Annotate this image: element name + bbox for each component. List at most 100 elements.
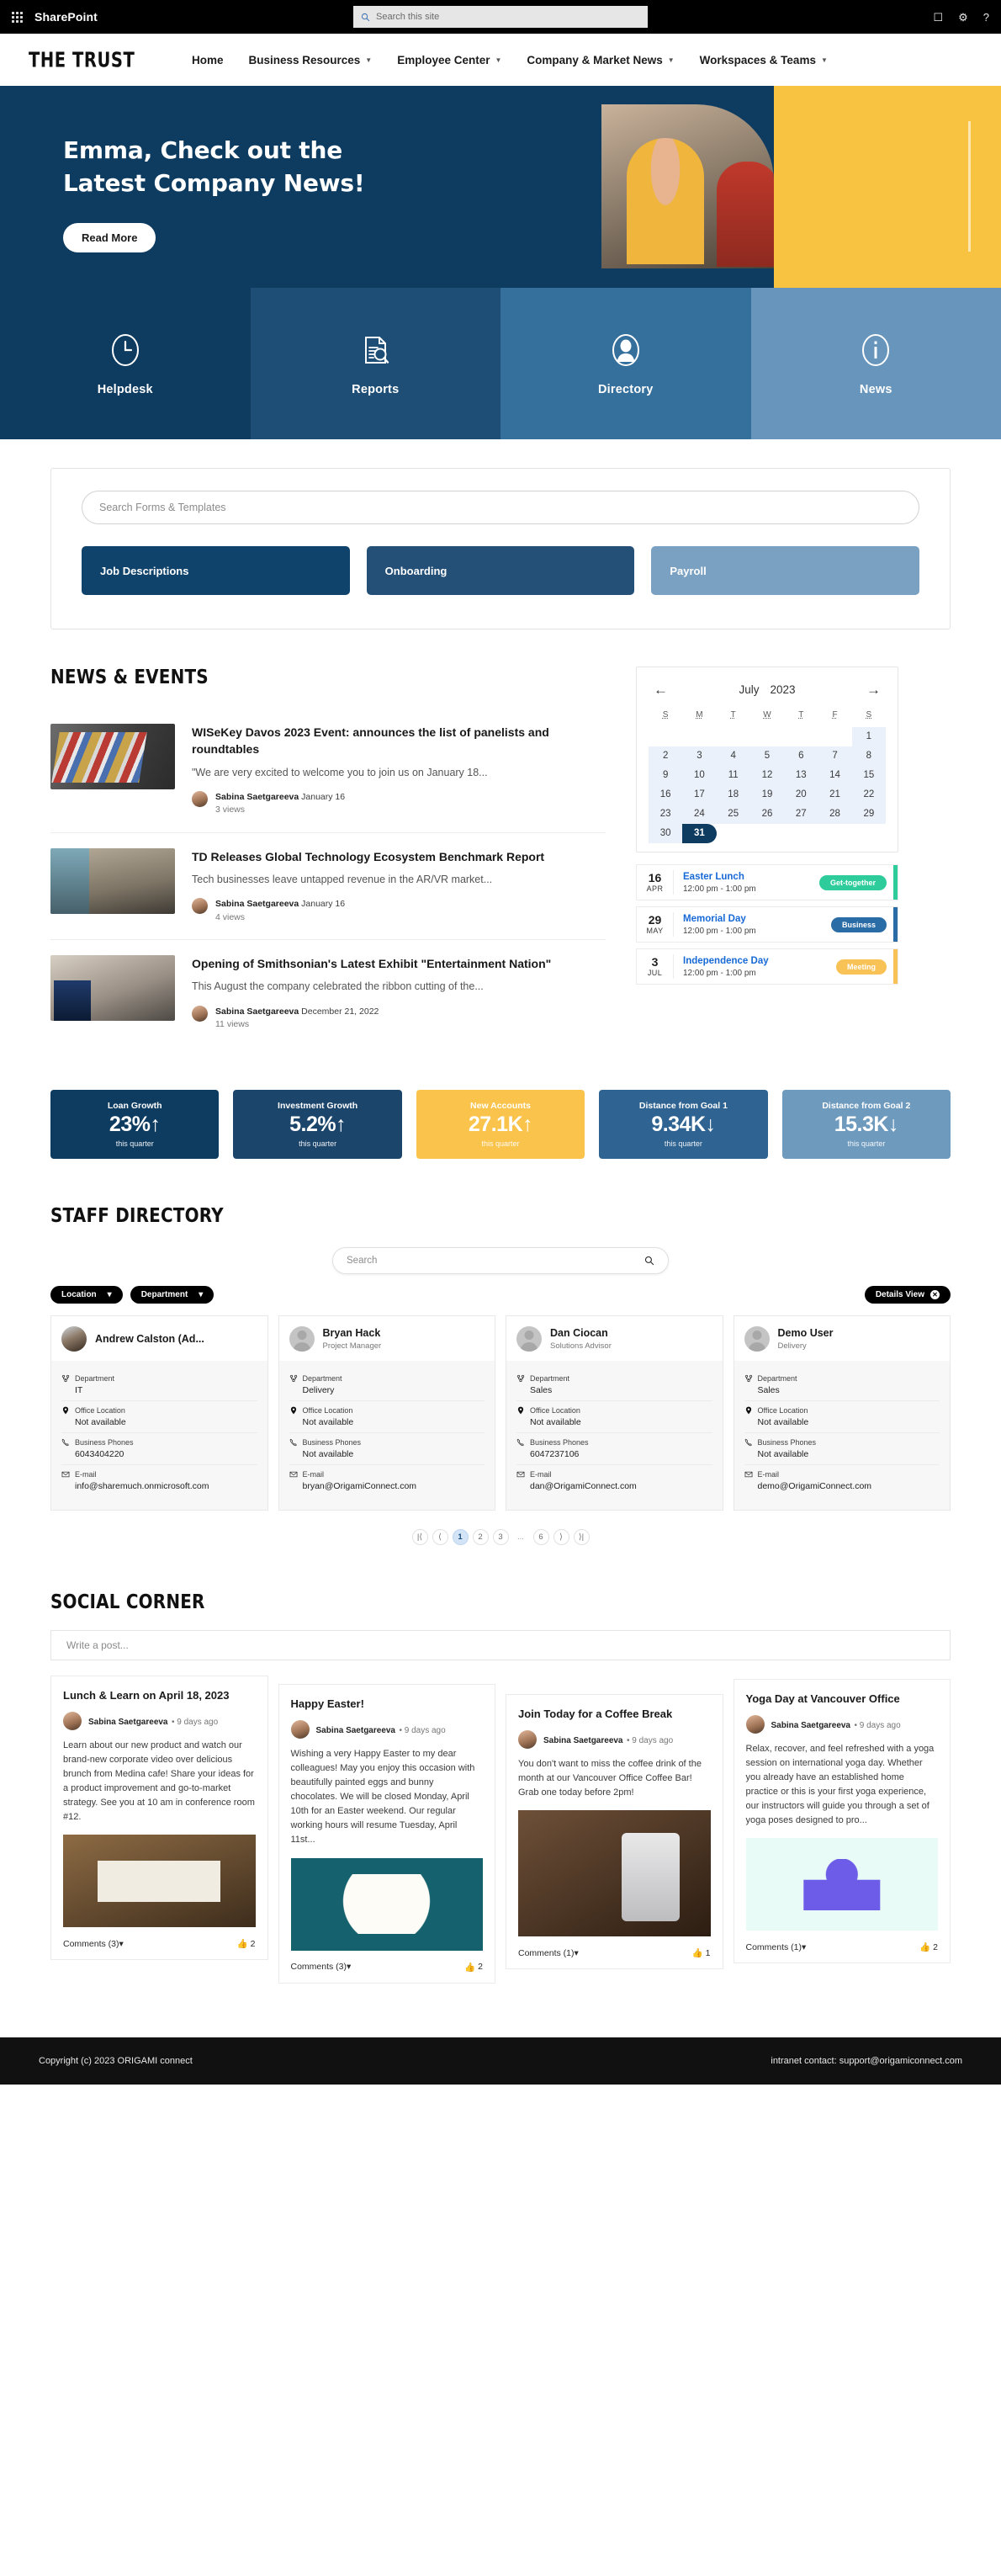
- calendar-day-26[interactable]: 26: [749, 805, 785, 824]
- calendar-day-2[interactable]: 2: [649, 746, 683, 766]
- field-value[interactable]: info@sharemuch.onmicrosoft.com: [75, 1481, 257, 1491]
- event-item[interactable]: 29 MAY Memorial Day 12:00 pm - 1:00 pm B…: [636, 906, 898, 943]
- staff-card[interactable]: Demo User Delivery Department Sales Office L…: [733, 1315, 951, 1511]
- calendar-day-18[interactable]: 18: [716, 785, 750, 805]
- filter-department[interactable]: Department ▾: [130, 1286, 214, 1304]
- tile-helpdesk[interactable]: Helpdesk: [0, 288, 251, 439]
- kpi-investment-growth[interactable]: Investment Growth 5.2%↑ this quarter: [233, 1090, 402, 1159]
- social-post[interactable]: Join Today for a Coffee Break Sabina Sae…: [506, 1694, 723, 1970]
- suite-search-input[interactable]: Search this site: [353, 6, 648, 28]
- post-likes[interactable]: 👍 1: [692, 1947, 711, 1959]
- field-value[interactable]: demo@OrigamiConnect.com: [758, 1481, 940, 1491]
- calendar-day-19[interactable]: 19: [749, 785, 785, 805]
- read-more-button[interactable]: Read More: [63, 223, 156, 253]
- close-icon[interactable]: ✕: [930, 1290, 940, 1299]
- calendar-day-21[interactable]: 21: [818, 785, 852, 805]
- nav-item-workspaces-teams[interactable]: Workspaces & Teams ▼: [700, 54, 828, 66]
- post-likes[interactable]: 👍 2: [464, 1962, 483, 1973]
- rooms-icon[interactable]: ☐: [933, 12, 943, 23]
- site-logo[interactable]: THE TRUST: [29, 48, 135, 72]
- news-item[interactable]: Opening of Smithsonian's Latest Exhibit …: [50, 940, 606, 1046]
- calendar-day-23[interactable]: 23: [649, 805, 683, 824]
- event-item[interactable]: 3 JUL Independence Day 12:00 pm - 1:00 p…: [636, 948, 898, 985]
- calendar-day-4[interactable]: 4: [716, 746, 750, 766]
- tile-directory[interactable]: Directory: [500, 288, 751, 439]
- nav-item-business-resources[interactable]: Business Resources ▼: [248, 54, 372, 66]
- help-icon[interactable]: ?: [983, 12, 989, 23]
- post-title[interactable]: Yoga Day at Vancouver Office: [746, 1692, 939, 1707]
- calendar-day-14[interactable]: 14: [818, 766, 852, 785]
- calendar-day-10[interactable]: 10: [682, 766, 717, 785]
- post-likes[interactable]: 👍 2: [237, 1938, 256, 1950]
- waffle-icon[interactable]: [12, 11, 23, 23]
- calendar-day-12[interactable]: 12: [749, 766, 785, 785]
- event-item[interactable]: 16 APR Easter Lunch 12:00 pm - 1:00 pm G…: [636, 864, 898, 900]
- kpi-distance-goal-1[interactable]: Distance from Goal 1 9.34K↓ this quarter: [599, 1090, 768, 1159]
- social-post[interactable]: Yoga Day at Vancouver Office Sabina Saet…: [733, 1679, 951, 1964]
- calendar-day-13[interactable]: 13: [784, 766, 818, 785]
- arrow-right-icon[interactable]: →: [866, 683, 881, 697]
- calendar-day-6[interactable]: 6: [784, 746, 818, 766]
- news-title[interactable]: Opening of Smithsonian's Latest Exhibit …: [192, 955, 606, 972]
- event-title[interactable]: Memorial Day: [683, 913, 831, 925]
- staff-search-input[interactable]: Search: [332, 1247, 669, 1274]
- post-comments[interactable]: Comments (3)▾: [63, 1939, 124, 1949]
- nav-item-home[interactable]: Home: [192, 54, 224, 66]
- social-post[interactable]: Lunch & Learn on April 18, 2023 Sabina S…: [50, 1676, 268, 1961]
- post-title[interactable]: Lunch & Learn on April 18, 2023: [63, 1688, 256, 1703]
- calendar-day-8[interactable]: 8: [851, 746, 886, 766]
- nav-item-employee-center[interactable]: Employee Center ▼: [397, 54, 501, 66]
- calendar-day-5[interactable]: 5: [749, 746, 785, 766]
- pagination-prev[interactable]: ⟨: [432, 1529, 448, 1545]
- nav-item-company-market-news[interactable]: Company & Market News ▼: [527, 54, 674, 66]
- pagination-page-3[interactable]: 3: [492, 1529, 509, 1545]
- pagination-page-1[interactable]: 1: [452, 1529, 469, 1545]
- forms-category-job-descriptions[interactable]: Job Descriptions: [82, 546, 350, 595]
- forms-category-onboarding[interactable]: Onboarding: [366, 546, 635, 595]
- calendar-day-3[interactable]: 3: [682, 746, 717, 766]
- tile-reports[interactable]: Reports: [250, 288, 500, 439]
- news-title[interactable]: TD Releases Global Technology Ecosystem …: [192, 848, 606, 865]
- pagination-page-2[interactable]: 2: [472, 1529, 489, 1545]
- kpi-loan-growth[interactable]: Loan Growth 23%↑ this quarter: [50, 1090, 220, 1159]
- pagination-page-6[interactable]: 6: [532, 1529, 549, 1545]
- calendar-day-7[interactable]: 7: [818, 746, 852, 766]
- search-icon[interactable]: [644, 1256, 654, 1266]
- calendar-day-1[interactable]: 1: [851, 727, 886, 746]
- news-title[interactable]: WISeKey Davos 2023 Event: announces the …: [192, 724, 606, 758]
- staff-card[interactable]: Andrew Calston (Ad... Department IT Office …: [50, 1315, 268, 1511]
- post-comments[interactable]: Comments (1)▾: [518, 1948, 579, 1958]
- field-value[interactable]: dan@OrigamiConnect.com: [530, 1481, 712, 1491]
- write-post-input[interactable]: Write a post...: [50, 1630, 951, 1660]
- news-item[interactable]: TD Releases Global Technology Ecosystem …: [50, 833, 606, 940]
- tile-news[interactable]: News: [750, 288, 1001, 439]
- forms-category-payroll[interactable]: Payroll: [651, 546, 920, 595]
- calendar-day-27[interactable]: 27: [784, 805, 818, 824]
- calendar-day-24[interactable]: 24: [682, 805, 717, 824]
- calendar-day-25[interactable]: 25: [716, 805, 750, 824]
- field-value[interactable]: bryan@OrigamiConnect.com: [303, 1481, 485, 1491]
- arrow-left-icon[interactable]: ←: [654, 683, 668, 697]
- news-item[interactable]: WISeKey Davos 2023 Event: announces the …: [50, 709, 606, 833]
- calendar-day-9[interactable]: 9: [649, 766, 683, 785]
- post-title[interactable]: Join Today for a Coffee Break: [518, 1707, 711, 1722]
- pagination-last[interactable]: ⟩|: [573, 1529, 590, 1545]
- kpi-new-accounts[interactable]: New Accounts 27.1K↑ this quarter: [416, 1090, 585, 1159]
- staff-card[interactable]: Bryan Hack Project Manager Department Deliv…: [278, 1315, 495, 1511]
- post-likes[interactable]: 👍 2: [919, 1941, 938, 1953]
- calendar-day-15[interactable]: 15: [851, 766, 886, 785]
- social-post[interactable]: Happy Easter! Sabina Saetgareeva • 9 day…: [278, 1684, 495, 1984]
- calendar-day-16[interactable]: 16: [649, 785, 683, 805]
- post-comments[interactable]: Comments (3)▾: [291, 1962, 352, 1972]
- staff-card[interactable]: Dan Ciocan Solutions Advisor Department Sal…: [506, 1315, 723, 1511]
- calendar-day-17[interactable]: 17: [682, 785, 717, 805]
- pagination-next[interactable]: ⟩: [553, 1529, 569, 1545]
- calendar-day-11[interactable]: 11: [716, 766, 750, 785]
- kpi-distance-goal-2[interactable]: Distance from Goal 2 15.3K↓ this quarter: [781, 1090, 951, 1159]
- post-comments[interactable]: Comments (1)▾: [746, 1942, 807, 1952]
- forms-search-input[interactable]: Search Forms & Templates: [82, 491, 919, 524]
- calendar-day-20[interactable]: 20: [784, 785, 818, 805]
- settings-icon[interactable]: ⚙: [958, 12, 968, 23]
- filter-location[interactable]: Location ▾: [50, 1286, 123, 1304]
- post-title[interactable]: Happy Easter!: [291, 1697, 484, 1712]
